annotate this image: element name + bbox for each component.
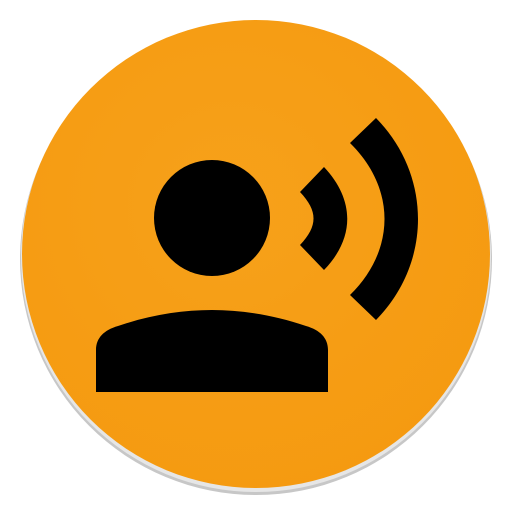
person-head xyxy=(154,160,270,276)
app-icon[interactable] xyxy=(0,0,512,512)
person-body xyxy=(96,310,328,392)
voice-recognition-icon xyxy=(20,20,492,495)
